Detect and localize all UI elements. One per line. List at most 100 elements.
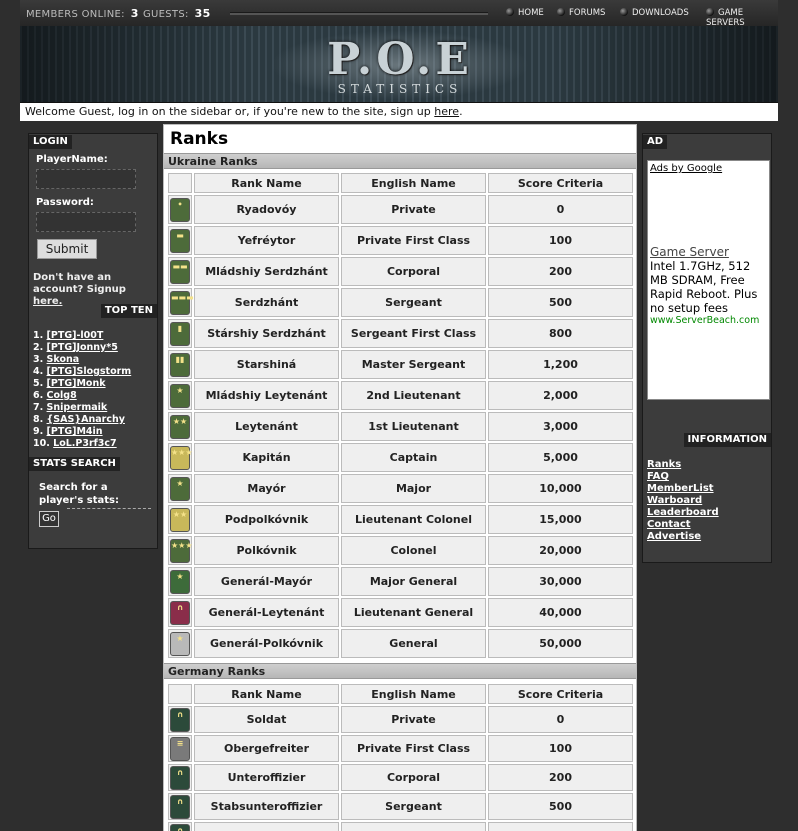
bullet-icon [706, 8, 714, 16]
english-name-cell: General [341, 629, 486, 658]
insignia-mark: ★★★ [171, 542, 189, 550]
nav-forums-link[interactable]: FORUMS [557, 8, 605, 18]
english-name-cell: Private [341, 706, 486, 733]
rank-insignia-icon: ★★ [170, 508, 190, 532]
table-row: ▬▬▬SerdzhántSergeant500 [168, 288, 633, 317]
nav-game-servers-link[interactable]: GAME SERVERS [706, 8, 778, 28]
table-row: ▮▮StarshináMaster Sergeant1,200 [168, 350, 633, 379]
player-link[interactable]: Colg8 [47, 390, 77, 401]
go-button[interactable]: Go [39, 511, 59, 527]
ad-title-link[interactable]: Game Server [650, 245, 729, 259]
germany-ranks-table: Rank Name English Name Score Criteria ∩S… [166, 682, 635, 831]
player-link[interactable]: Skona [47, 354, 80, 365]
column-header-english-name: English Name [341, 173, 486, 193]
nav-downloads-link[interactable]: DOWNLOADS [620, 8, 689, 18]
rank-number: 9. [33, 426, 43, 437]
logo-subtitle: STATISTICS [270, 82, 530, 96]
ukraine-ranks-body: •RyadovóyPrivate0▬YefréytorPrivate First… [168, 195, 633, 658]
score-criteria-cell: 40,000 [488, 598, 633, 627]
insignia-cell: ▬ [168, 226, 192, 255]
ads-by-google-link[interactable]: Ads by Google [650, 163, 722, 174]
english-name-cell: Lieutenant Colonel [341, 505, 486, 534]
ad-url-link[interactable]: www.ServerBeach.com [650, 315, 759, 326]
player-link[interactable]: Snipermaik [47, 402, 108, 413]
ukraine-ranks-table: Rank Name English Name Score Criteria •R… [166, 171, 635, 660]
nav-home-link[interactable]: HOME [506, 8, 544, 18]
column-header-rank-name: Rank Name [194, 173, 339, 193]
list-item: 3. Skona [33, 354, 157, 366]
player-link[interactable]: {SAS}Anarchy [47, 414, 125, 425]
rank-name-cell: Mládshiy Serdzhánt [194, 257, 339, 286]
rank-number: 3. [33, 354, 43, 365]
score-criteria-cell: 800 [488, 319, 633, 348]
stats-search-input[interactable] [67, 508, 151, 509]
score-criteria-cell: 200 [488, 764, 633, 791]
info-link-leaderboard[interactable]: Leaderboard [647, 507, 719, 518]
insignia-cell: ∩ [168, 598, 192, 627]
insignia-mark: ≡ [171, 740, 189, 748]
rank-insignia-icon: ▮▮ [170, 353, 190, 377]
insignia-cell: ★★★ [168, 536, 192, 565]
score-criteria-cell: 100 [488, 226, 633, 255]
insignia-mark: ★ [171, 387, 189, 395]
score-criteria-cell: 15,000 [488, 505, 633, 534]
column-header-icon [168, 173, 192, 193]
player-link[interactable]: LoL.P3rf3c7 [53, 438, 117, 449]
insignia-cell: ★★ [168, 505, 192, 534]
player-link[interactable]: [PTG]M4in [47, 426, 103, 437]
info-link-faq[interactable]: FAQ [647, 471, 669, 482]
player-link[interactable]: [PTG]-l00T [47, 330, 104, 341]
insignia-cell: ▬▬ [168, 257, 192, 286]
info-link-contact[interactable]: Contact [647, 519, 691, 530]
player-link[interactable]: [PTG]Monk [47, 378, 106, 389]
table-row: ∩Generál-LeytenántLieutenant General40,0… [168, 598, 633, 627]
list-item: Contact [647, 519, 719, 531]
insignia-cell: ▮ [168, 319, 192, 348]
table-header-row: Rank Name English Name Score Criteria [168, 173, 633, 193]
table-row: ▬▬Mládshiy SerdzhántCorporal200 [168, 257, 633, 286]
insignia-mark: ▮▮ [171, 356, 189, 364]
insignia-cell: ∩ [168, 706, 192, 733]
rank-name-cell: Kapitán [194, 443, 339, 472]
welcome-end: . [459, 105, 463, 118]
insignia-mark: ★ [171, 480, 189, 488]
score-criteria-cell: 500 [488, 288, 633, 317]
player-link[interactable]: [PTG]Jonny*5 [47, 342, 118, 353]
info-link-warboard[interactable]: Warboard [647, 495, 702, 506]
password-input[interactable] [36, 212, 136, 232]
rank-number: 10. [33, 438, 50, 449]
table-row: ★★★PolkóvnikColonel20,000 [168, 536, 633, 565]
table-row: ★★PodpolkóvnikLieutenant Colonel15,000 [168, 505, 633, 534]
sidebar-signup-link[interactable]: here. [33, 296, 62, 307]
rank-name-cell: Ryadovóy [194, 195, 339, 224]
list-item: 4. [PTG]Slogstorm [33, 366, 157, 378]
playername-input[interactable] [36, 169, 136, 189]
english-name-cell: Sergeant [341, 288, 486, 317]
site-logo[interactable]: P.O.E STATISTICS [270, 30, 530, 100]
password-label: Password: [36, 197, 94, 208]
welcome-text: Welcome Guest, log in on the sidebar or,… [25, 105, 434, 118]
insignia-cell: ★ [168, 567, 192, 596]
column-header-english-name: English Name [341, 684, 486, 704]
signup-link[interactable]: here [434, 105, 459, 118]
list-item: Ranks [647, 459, 719, 471]
score-criteria-cell: 200 [488, 257, 633, 286]
bullet-icon [620, 8, 628, 16]
submit-button[interactable]: Submit [37, 239, 97, 259]
rank-insignia-icon: ★★★ [170, 446, 190, 470]
info-link-advertise[interactable]: Advertise [647, 531, 701, 542]
insignia-mark: ∩ [171, 827, 189, 831]
top-bar: MEMBERS ONLINE:3 GUESTS:35 HOME FORUMS D… [20, 0, 778, 27]
info-link-ranks[interactable]: Ranks [647, 459, 681, 470]
player-link[interactable]: [PTG]Slogstorm [47, 366, 132, 377]
rank-number: 8. [33, 414, 43, 425]
stats-search-text: Search for a player's stats: [39, 481, 153, 507]
members-online-label: MEMBERS ONLINE: [26, 9, 125, 20]
info-link-memberlist[interactable]: MemberList [647, 483, 714, 494]
insignia-mark: ▮ [171, 325, 189, 333]
rank-insignia-icon: ★ [170, 570, 190, 594]
nav-home-label: HOME [518, 8, 544, 18]
login-heading: LOGIN [29, 135, 72, 149]
english-name-cell: 1st Lieutenant [341, 412, 486, 441]
table-row: ★Generál-MayórMajor General30,000 [168, 567, 633, 596]
